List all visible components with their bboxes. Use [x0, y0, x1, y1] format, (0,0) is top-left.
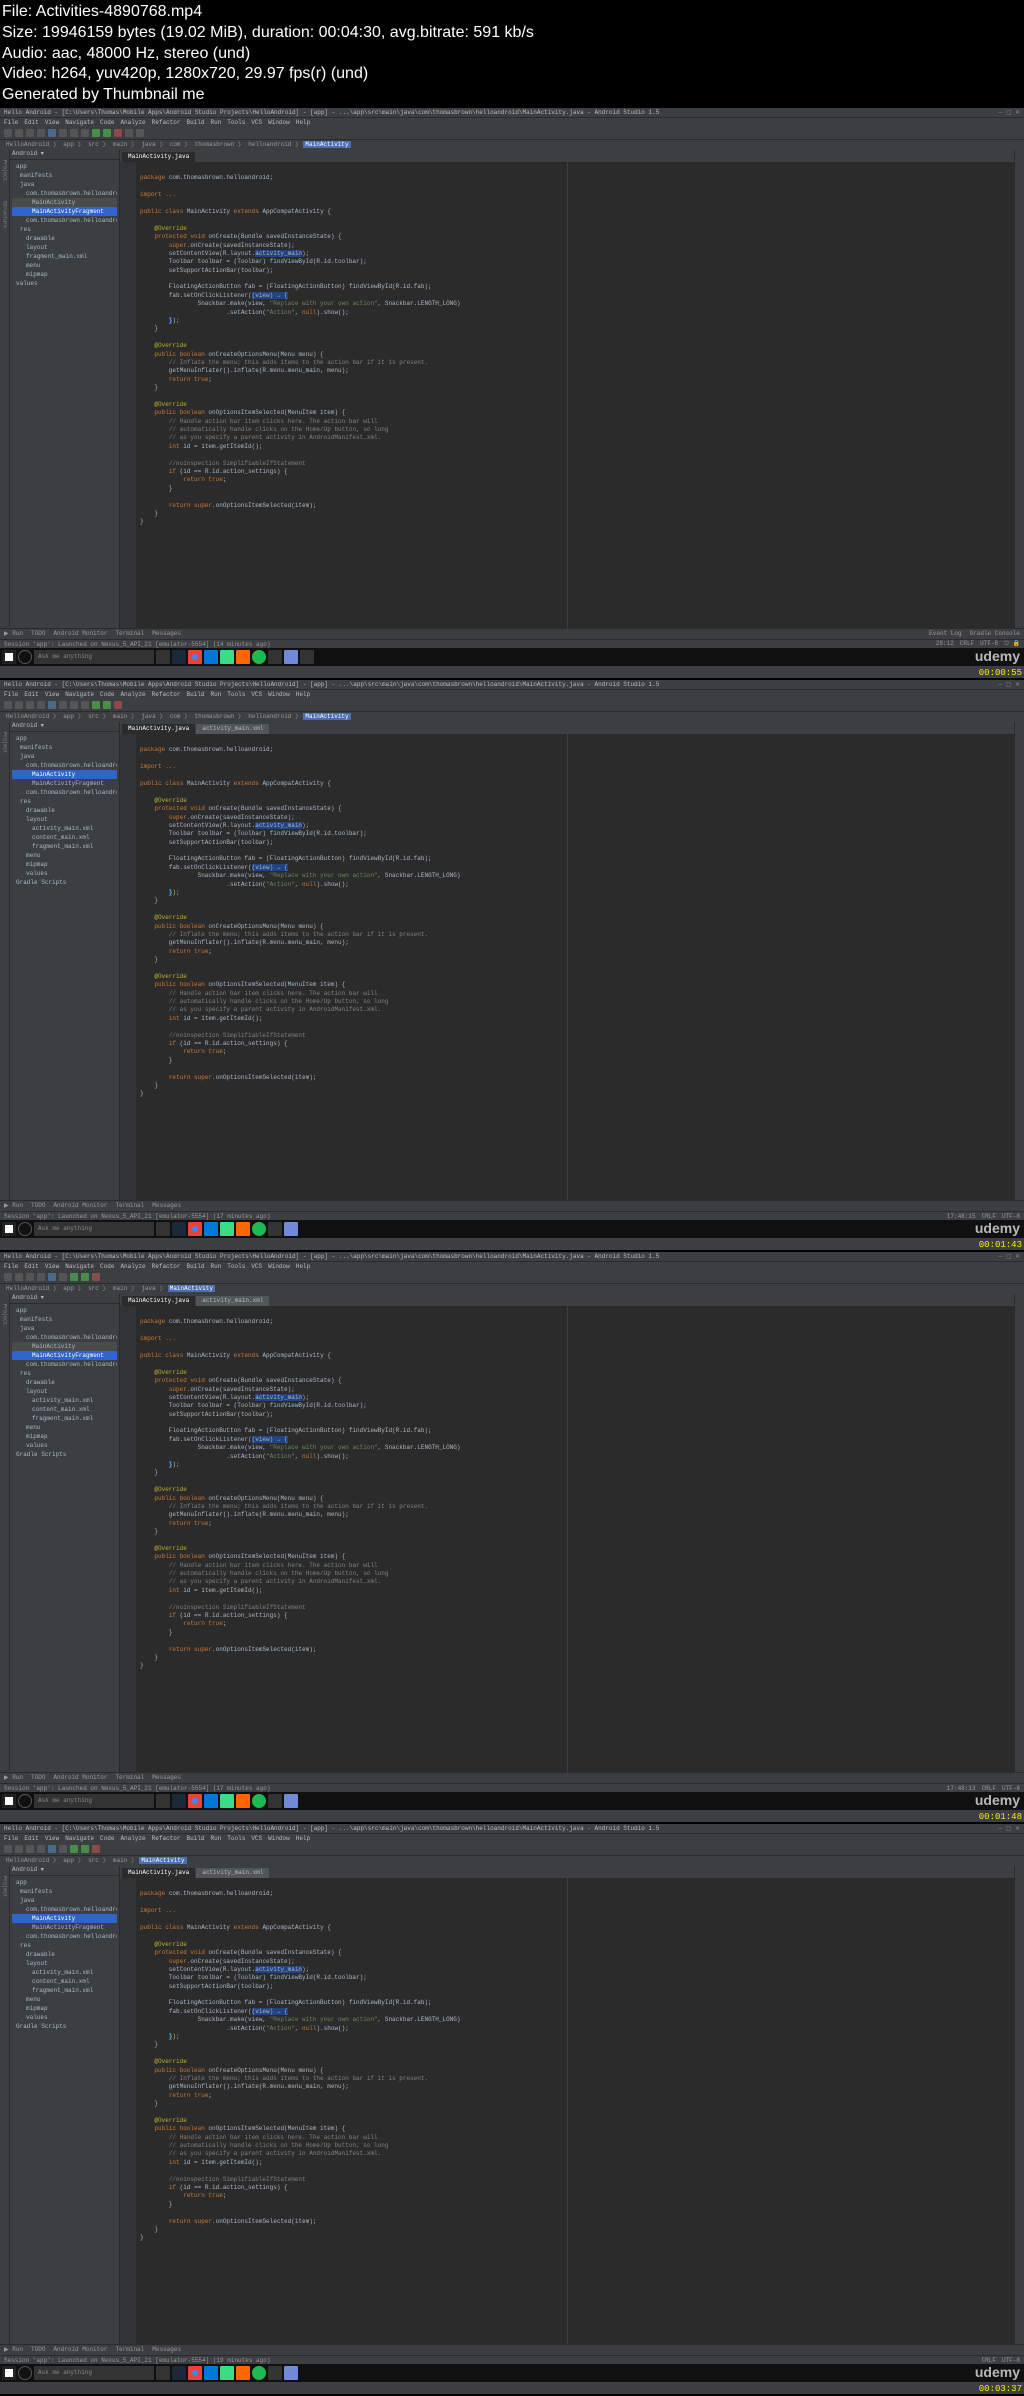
window-controls[interactable]: — ▢ ✕ [999, 109, 1021, 116]
ide-frame: Hello Android - [C:\Users\Thomas\Mobile … [0, 1824, 1024, 2394]
start-button [2, 650, 16, 664]
menu-bar[interactable]: FileEditViewNavigateCodeAnalyzeRefactorB… [0, 690, 1024, 700]
ide-frame: Hello Android - [C:\Users\Thomas\Mobile … [0, 108, 1024, 678]
menu-bar[interactable]: FileEditViewNavigateCodeAnalyzeRefactorB… [0, 118, 1024, 128]
ide-frame: Hello Android - [C:\Users\Thomas\Mobile … [0, 680, 1024, 1250]
project-panel[interactable]: Android ▾ app manifests java com.thomasb… [10, 150, 120, 628]
toolbar[interactable] [0, 128, 1024, 140]
left-gutter[interactable]: ProjectStructure [0, 150, 10, 628]
windows-taskbar[interactable]: Ask me anything udemy [0, 648, 1024, 666]
breadcrumb[interactable]: HelloAndroid〉app〉src〉main〉java〉com〉thoma… [0, 140, 1024, 150]
ide-frame: Hello Android - [C:\Users\Thomas\Mobile … [0, 1252, 1024, 1822]
window-title: Hello Android - [C:\Users\Thomas\Mobile … [4, 109, 659, 116]
code-editor[interactable]: MainActivity.java package com.thomasbrow… [120, 150, 1014, 628]
right-gutter [1014, 150, 1024, 628]
timecode: 00:00:55 [979, 668, 1022, 678]
search-input: Ask me anything [34, 650, 154, 664]
cortana-icon [18, 650, 32, 664]
tree-item-selected: MainActivityFragment [12, 207, 117, 216]
editor-tab: MainActivity.java [122, 152, 195, 162]
bottom-tabs[interactable]: ▶ RunTODOAndroid MonitorTerminalMessages… [0, 629, 1024, 639]
title-bar: Hello Android - [C:\Users\Thomas\Mobile … [0, 108, 1024, 118]
video-metadata: File: Activities-4890768.mp4 Size: 19946… [0, 0, 1024, 108]
watermark: udemy [975, 648, 1020, 664]
